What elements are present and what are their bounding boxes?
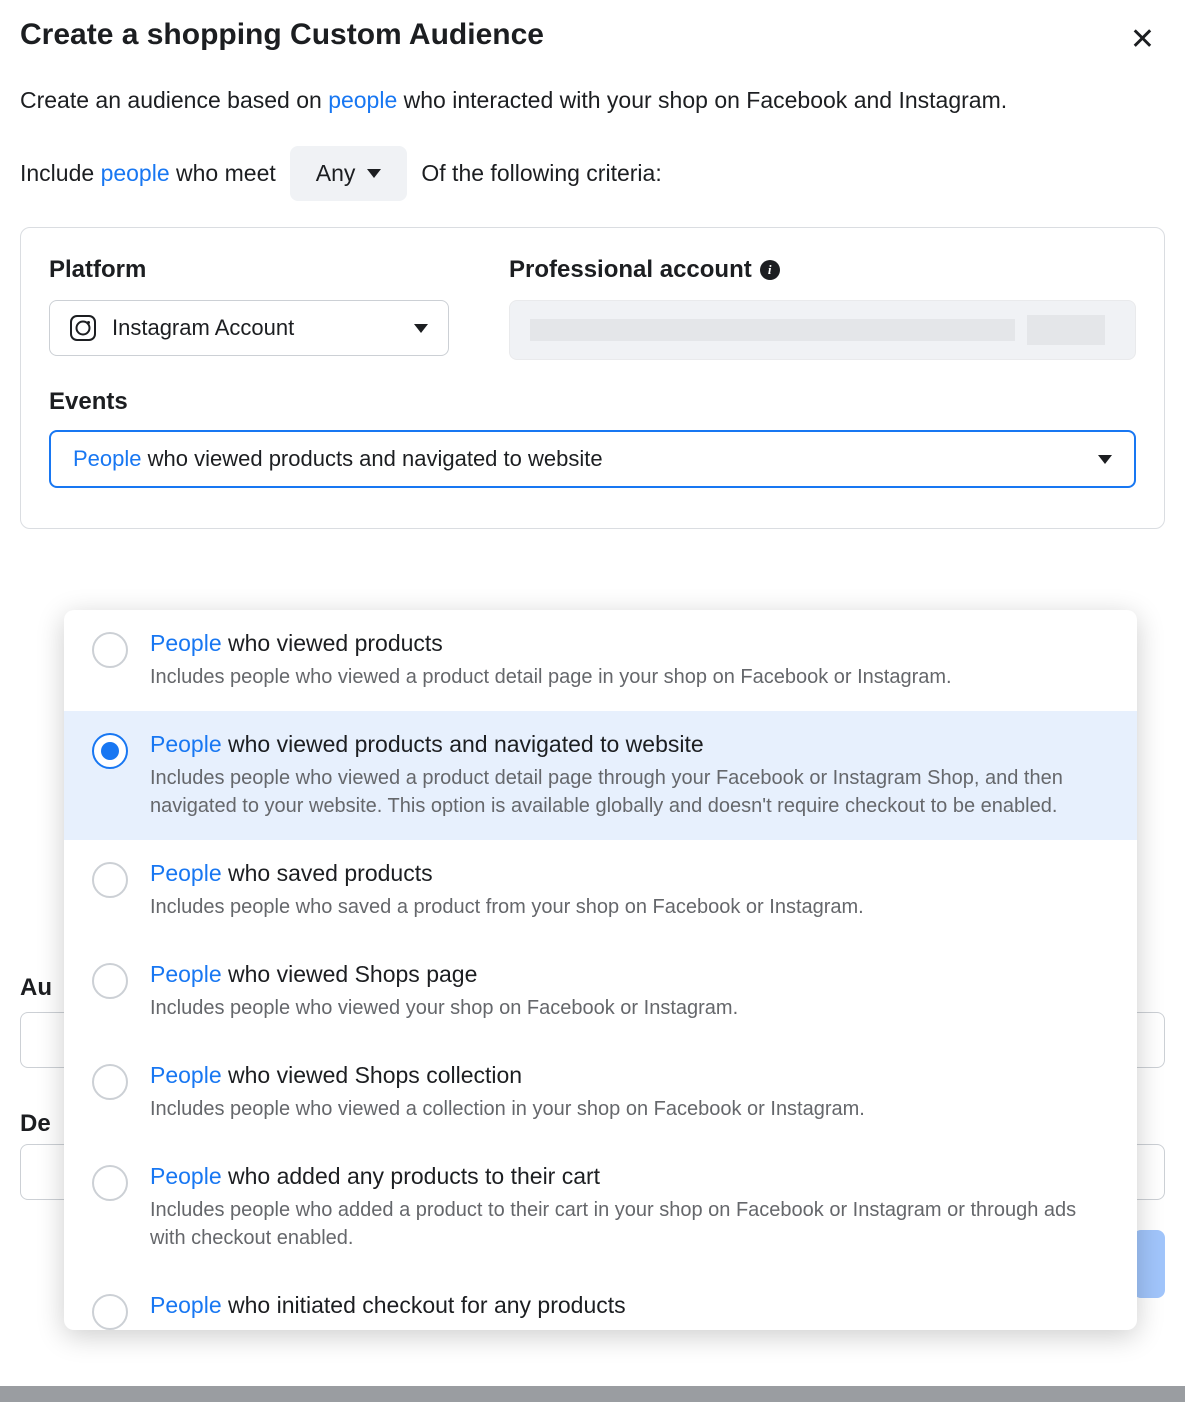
events-selected-link: People bbox=[73, 446, 142, 471]
intro-pre: Create an audience based on bbox=[20, 87, 328, 113]
include-row: Include people who meet Any Of the follo… bbox=[20, 146, 1165, 201]
option-title: People who viewed Shops collection bbox=[150, 1060, 1109, 1091]
radio-icon bbox=[92, 1064, 128, 1100]
option-text: People who initiated checkout for any pr… bbox=[150, 1290, 1109, 1330]
events-label: Events bbox=[49, 388, 1136, 416]
radio-icon bbox=[92, 1294, 128, 1330]
intro-link[interactable]: people bbox=[328, 87, 397, 113]
option-title-rest: who viewed products and navigated to web… bbox=[222, 731, 704, 757]
option-title-rest: who viewed Shops page bbox=[222, 961, 478, 987]
radio-icon bbox=[92, 1165, 128, 1201]
option-title: People who viewed Shops page bbox=[150, 959, 1109, 990]
include-post: Of the following criteria: bbox=[421, 160, 661, 187]
info-icon[interactable]: i bbox=[760, 260, 780, 280]
event-option[interactable]: People who viewed Shops collection Includ… bbox=[64, 1042, 1137, 1143]
header-row: Create a shopping Custom Audience ✕ bbox=[20, 18, 1165, 74]
option-desc: Includes people who viewed your shop on … bbox=[150, 994, 1109, 1022]
include-text: Include people who meet bbox=[20, 160, 276, 187]
option-title-link: People bbox=[150, 630, 222, 656]
option-title: People who viewed products and navigated… bbox=[150, 729, 1109, 760]
prof-account-label-text: Professional account bbox=[509, 256, 752, 284]
option-title-link: People bbox=[150, 860, 222, 886]
radio-icon bbox=[92, 862, 128, 898]
option-desc: Includes people who saved a product from… bbox=[150, 893, 1109, 921]
option-text: People who viewed Shops page Includes peo… bbox=[150, 959, 1109, 1022]
description-label-partial: De bbox=[20, 1110, 51, 1138]
option-title-rest: who saved products bbox=[222, 860, 433, 886]
radio-icon bbox=[92, 733, 128, 769]
option-title: People who added any products to their c… bbox=[150, 1161, 1109, 1192]
include-mid: who meet bbox=[170, 160, 276, 186]
event-option[interactable]: People who saved products Includes people… bbox=[64, 840, 1137, 941]
criteria-card: Platform Instagram Account Professional … bbox=[20, 227, 1165, 529]
bottom-shade bbox=[0, 1386, 1185, 1402]
modal-container: Create a shopping Custom Audience ✕ Crea… bbox=[0, 0, 1185, 1402]
option-text: People who added any products to their c… bbox=[150, 1161, 1109, 1252]
primary-button-partial[interactable] bbox=[1133, 1230, 1165, 1298]
events-select[interactable]: People who viewed products and navigated… bbox=[49, 430, 1136, 488]
option-desc: Includes people who viewed a product det… bbox=[150, 764, 1109, 820]
match-mode-value: Any bbox=[316, 160, 356, 187]
option-text: People who viewed products and navigated… bbox=[150, 729, 1109, 820]
option-title-link: People bbox=[150, 1292, 222, 1318]
prof-account-col: Professional account i bbox=[509, 256, 1136, 360]
platform-label: Platform bbox=[49, 256, 469, 284]
prof-account-select[interactable] bbox=[509, 300, 1136, 360]
intro-text: Create an audience based on people who i… bbox=[20, 84, 1165, 116]
option-title: People who saved products bbox=[150, 858, 1109, 889]
platform-col: Platform Instagram Account bbox=[49, 256, 469, 360]
chevron-down-icon bbox=[414, 324, 428, 333]
prof-account-label: Professional account i bbox=[509, 256, 1136, 284]
radio-icon bbox=[92, 963, 128, 999]
events-selected-rest: who viewed products and navigated to web… bbox=[142, 446, 603, 471]
audience-label-partial: Au bbox=[20, 974, 52, 1002]
chevron-down-icon bbox=[1098, 455, 1112, 464]
event-option[interactable]: People who initiated checkout for any pr… bbox=[64, 1272, 1137, 1330]
intro-post: who interacted with your shop on Faceboo… bbox=[397, 87, 1007, 113]
option-title-rest: who initiated checkout for any products bbox=[222, 1292, 626, 1318]
platform-account-row: Platform Instagram Account Professional … bbox=[49, 256, 1136, 360]
chevron-down-icon bbox=[367, 169, 381, 178]
page-title: Create a shopping Custom Audience bbox=[20, 18, 544, 52]
instagram-icon bbox=[70, 315, 96, 341]
option-desc: Includes people who viewed a collection … bbox=[150, 1095, 1109, 1123]
radio-icon bbox=[92, 632, 128, 668]
option-desc: Includes people who initiated checkout o… bbox=[150, 1325, 1109, 1330]
event-option[interactable]: People who viewed Shops page Includes peo… bbox=[64, 941, 1137, 1042]
include-pre: Include bbox=[20, 160, 101, 186]
platform-select[interactable]: Instagram Account bbox=[49, 300, 449, 356]
events-dropdown: People who viewed products Includes peopl… bbox=[64, 610, 1137, 1330]
option-text: People who saved products Includes people… bbox=[150, 858, 1109, 921]
option-text: People who viewed products Includes peopl… bbox=[150, 628, 1109, 691]
event-option[interactable]: People who viewed products Includes peopl… bbox=[64, 610, 1137, 711]
event-option[interactable]: People who viewed products and navigated… bbox=[64, 711, 1137, 840]
option-title-link: People bbox=[150, 961, 222, 987]
platform-value: Instagram Account bbox=[112, 315, 294, 341]
option-title: People who initiated checkout for any pr… bbox=[150, 1290, 1109, 1321]
option-desc: Includes people who viewed a product det… bbox=[150, 663, 1109, 691]
include-link[interactable]: people bbox=[101, 160, 170, 186]
close-icon[interactable]: ✕ bbox=[1120, 18, 1165, 61]
option-desc: Includes people who added a product to t… bbox=[150, 1196, 1109, 1252]
option-text: People who viewed Shops collection Includ… bbox=[150, 1060, 1109, 1123]
match-mode-select[interactable]: Any bbox=[290, 146, 408, 201]
option-title-link: People bbox=[150, 731, 222, 757]
event-option[interactable]: People who added any products to their c… bbox=[64, 1143, 1137, 1272]
option-title-rest: who viewed products bbox=[222, 630, 443, 656]
option-title-link: People bbox=[150, 1062, 222, 1088]
option-title-rest: who viewed Shops collection bbox=[222, 1062, 522, 1088]
option-title-link: People bbox=[150, 1163, 222, 1189]
events-selected-text: People who viewed products and navigated… bbox=[73, 446, 603, 472]
option-title-rest: who added any products to their cart bbox=[222, 1163, 600, 1189]
option-title: People who viewed products bbox=[150, 628, 1109, 659]
events-dropdown-scroll[interactable]: People who viewed products Includes peopl… bbox=[64, 610, 1137, 1330]
